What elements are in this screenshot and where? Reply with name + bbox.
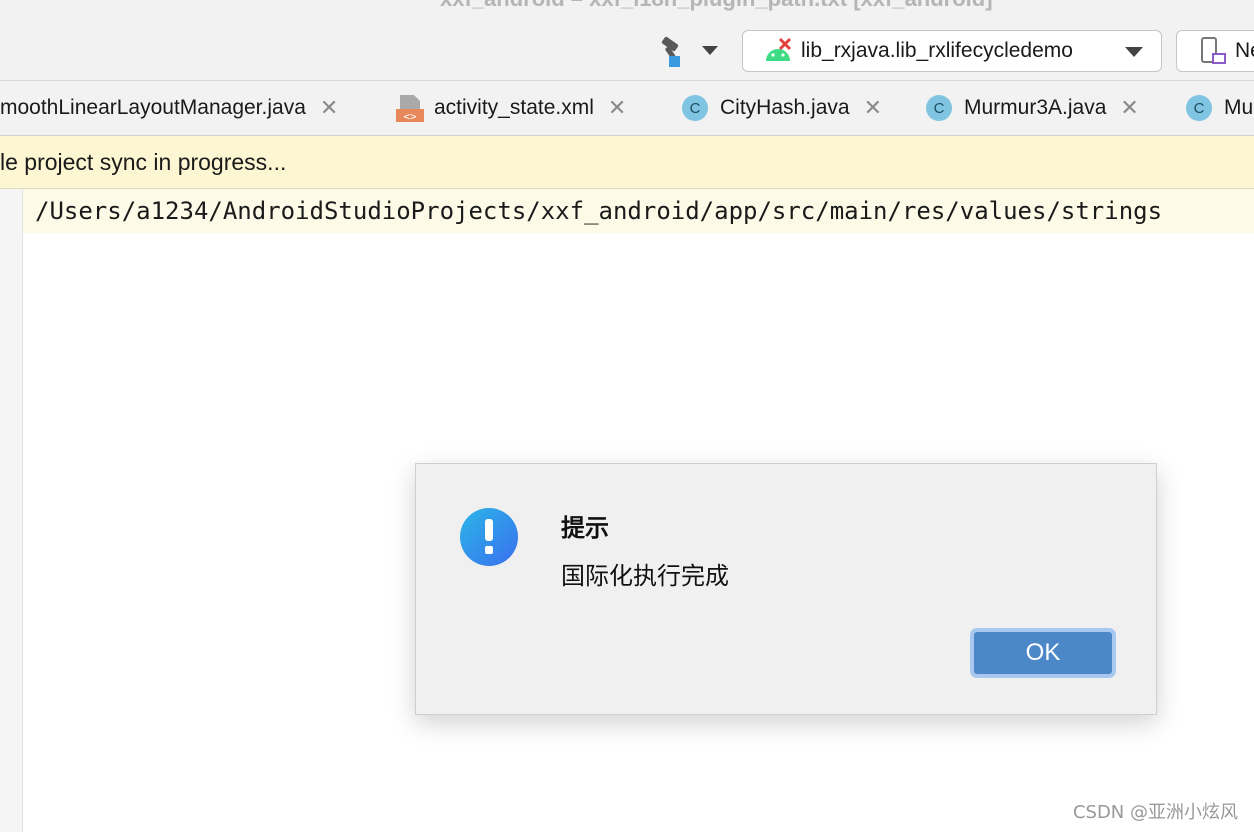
xml-file-icon: <> (396, 95, 424, 123)
tab-activity-state-xml[interactable]: <> activity_state.xml ✕ (396, 81, 626, 135)
window-title: xxf_android – xxf_i18n_plugin_path.txt [… (440, 0, 993, 12)
sync-banner-text: le project sync in progress... (0, 149, 287, 175)
tab-murmur3a-java[interactable]: C Murmur3A.java ✕ (926, 81, 1139, 135)
close-icon[interactable]: ✕ (608, 95, 626, 121)
class-icon: C (926, 95, 952, 121)
phone-icon (1201, 37, 1226, 64)
dialog-title: 提示 (561, 514, 609, 542)
tab-smooth-linear-layout-manager[interactable]: moothLinearLayoutManager.java ✕ (0, 81, 338, 135)
android-icon (763, 37, 793, 65)
title-bar: xxf_android – xxf_i18n_plugin_path.txt [… (0, 0, 1254, 80)
hammer-icon (661, 36, 680, 67)
tab-label: CityHash.java (720, 96, 850, 119)
message-dialog: 提示 国际化执行完成 OK (415, 463, 1157, 715)
editor-path-text: /Users/a1234/AndroidStudioProjects/xxf_a… (35, 197, 1163, 225)
run-config-label: lib_rxjava.lib_rxlifecycledemo (801, 39, 1073, 62)
class-icon: C (682, 95, 708, 121)
chevron-down-icon (1125, 47, 1143, 57)
tab-cityhash-java[interactable]: C CityHash.java ✕ (682, 81, 882, 135)
close-icon[interactable]: ✕ (864, 95, 882, 121)
run-configuration-selector[interactable]: lib_rxjava.lib_rxlifecycledemo (742, 30, 1162, 72)
close-icon[interactable]: ✕ (1120, 95, 1138, 121)
build-button[interactable] (656, 36, 690, 70)
watermark: CSDN @亚洲小炫风 (1072, 802, 1238, 823)
editor-tabs: moothLinearLayoutManager.java ✕ <> activ… (0, 80, 1254, 136)
ok-button[interactable]: OK (970, 628, 1116, 678)
svg-text:<>: <> (403, 110, 417, 123)
device-selector[interactable]: Ne (1176, 30, 1254, 72)
build-dropdown-arrow-icon[interactable] (702, 46, 718, 55)
class-icon: C (1186, 95, 1212, 121)
tab-label: Mu (1224, 96, 1254, 119)
device-label: Ne (1235, 39, 1254, 62)
sync-banner: le project sync in progress... (0, 136, 1254, 189)
info-icon (460, 508, 518, 566)
tab-label: activity_state.xml (434, 96, 594, 119)
tab-label: moothLinearLayoutManager.java (0, 96, 306, 119)
tab-mu[interactable]: C Mu (1186, 81, 1253, 135)
editor-gutter (0, 189, 23, 832)
tab-label: Murmur3A.java (964, 96, 1107, 119)
close-icon[interactable]: ✕ (320, 95, 338, 121)
editor-current-line[interactable]: /Users/a1234/AndroidStudioProjects/xxf_a… (23, 189, 1254, 233)
dialog-message: 国际化执行完成 (561, 562, 729, 590)
